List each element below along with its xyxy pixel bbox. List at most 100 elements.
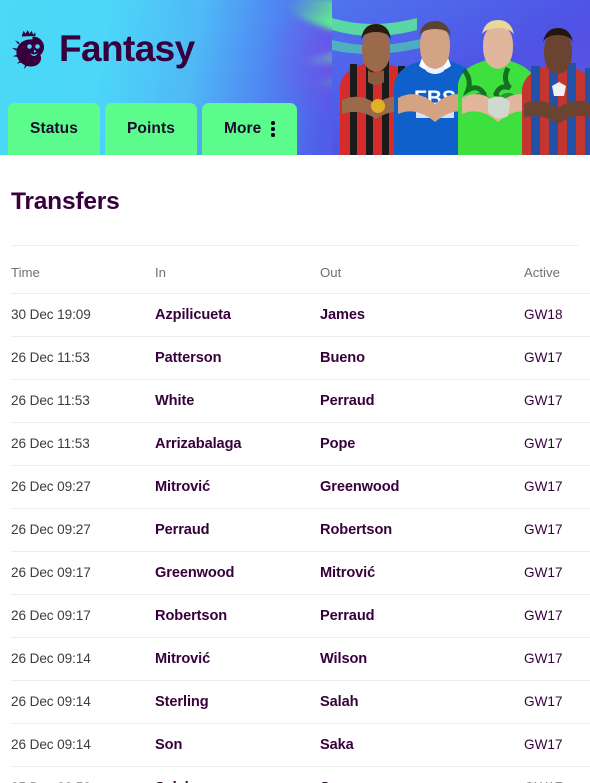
transfer-time-cell: 26 Dec 11:53: [11, 422, 155, 466]
transfer-player-out: Perraud: [320, 393, 375, 409]
transfer-active-gw: GW17: [524, 737, 563, 752]
transfer-player-out: Wilson: [320, 651, 368, 667]
transfer-player-in-cell: Arrizabalaga: [155, 422, 320, 466]
transfer-player-in-cell: Patterson: [155, 336, 320, 380]
transfer-time-cell: 26 Dec 11:53: [11, 336, 155, 380]
transfer-time-cell: 26 Dec 09:27: [11, 465, 155, 509]
transfer-active-gw-cell: GW18: [524, 293, 590, 337]
green-wave-streak: [332, 61, 448, 117]
transfer-player-out-cell: Perraud: [320, 379, 524, 423]
transfer-player-out-cell: Robertson: [320, 508, 524, 552]
green-wave-streak: [292, 5, 437, 55]
svg-text:FBS: FBS: [414, 87, 456, 110]
transfers-table: Time In Out Active 30 Dec 19:09 Azpilicue…: [11, 246, 590, 783]
transfer-time-cell: 26 Dec 09:17: [11, 594, 155, 638]
transfer-active-gw: GW17: [524, 608, 563, 623]
tab-more[interactable]: More: [201, 103, 297, 155]
transfer-active-gw: GW17: [524, 393, 563, 408]
transfer-player-out-cell: Perraud: [320, 594, 524, 638]
transfer-active-gw: GW17: [524, 565, 563, 580]
brand-logo[interactable]: Fantasy: [10, 26, 195, 70]
table-row: 26 Dec 09:14 Son Saka GW17: [11, 723, 590, 767]
table-row: 26 Dec 11:53 White Perraud GW17: [11, 379, 590, 423]
transfer-time: 26 Dec 09:14: [11, 651, 91, 666]
transfer-active-gw: GW17: [524, 436, 563, 451]
premier-league-lion-icon: [12, 30, 44, 69]
transfer-time-cell: 30 Dec 19:09: [11, 293, 155, 337]
transfer-active-gw: GW18: [524, 307, 563, 322]
transfer-player-in-cell: Son: [155, 723, 320, 767]
transfer-player-in-cell: Salah: [155, 766, 320, 783]
transfer-player-out: Saka: [320, 737, 354, 753]
transfer-player-in: Mitrović: [155, 651, 211, 667]
transfer-active-gw: GW17: [524, 694, 563, 709]
transfer-time-cell: 26 Dec 09:14: [11, 723, 155, 767]
transfer-time-cell: 26 Dec 09:27: [11, 508, 155, 552]
hero-players-image: FBS ake: [332, 0, 590, 155]
transfer-player-out-cell: Wilson: [320, 637, 524, 681]
transfer-player-in-cell: Mitrović: [155, 465, 320, 509]
transfer-active-gw-cell: GW17: [524, 637, 590, 681]
table-row: 26 Dec 09:27 Mitrović Greenwood GW17: [11, 465, 590, 509]
green-wave-streak: [299, 32, 451, 70]
transfer-player-out-cell: Salah: [320, 680, 524, 724]
transfer-time: 26 Dec 11:53: [11, 436, 90, 451]
transfer-player-out: Mitrović: [320, 565, 376, 581]
table-row: 26 Dec 09:14 Mitrović Wilson GW17: [11, 637, 590, 681]
transfer-player-out-cell: Bueno: [320, 336, 524, 380]
transfer-player-out: Robertson: [320, 522, 393, 538]
transfer-player-in: Azpilicueta: [155, 307, 231, 323]
tab-status[interactable]: Status: [8, 103, 100, 155]
transfer-time: 26 Dec 09:17: [11, 608, 91, 623]
transfer-player-in-cell: Greenwood: [155, 551, 320, 595]
table-row: 26 Dec 09:14 Sterling Salah GW17: [11, 680, 590, 724]
transfer-time-cell: 26 Dec 09:17: [11, 551, 155, 595]
column-header-active: Active: [524, 246, 590, 294]
transfer-time: 26 Dec 09:27: [11, 522, 91, 537]
svg-text:ake: ake: [485, 95, 512, 112]
transfer-player-in: Perraud: [155, 522, 210, 538]
table-header-row: Time In Out Active: [11, 246, 590, 294]
transfer-player-in-cell: Perraud: [155, 508, 320, 552]
tab-points[interactable]: Points: [104, 103, 197, 155]
transfer-time: 30 Dec 19:09: [11, 307, 91, 322]
table-row: 26 Dec 11:53 Arrizabalaga Pope GW17: [11, 422, 590, 466]
transfer-active-gw-cell: GW17: [524, 680, 590, 724]
transfer-player-out-cell: Greenwood: [320, 465, 524, 509]
main-content: Transfers Time In Out Active 30 Dec 19:0…: [0, 155, 590, 783]
transfer-active-gw-cell: GW17: [524, 336, 590, 380]
transfer-player-in-cell: White: [155, 379, 320, 423]
transfer-player-out: Greenwood: [320, 479, 400, 495]
page-title: Transfers: [11, 188, 120, 215]
transfer-player-in-cell: Robertson: [155, 594, 320, 638]
transfer-active-gw: GW17: [524, 651, 563, 666]
transfer-player-out-cell: Saka: [320, 723, 524, 767]
transfer-player-out-cell: Mitrović: [320, 551, 524, 595]
transfer-time-cell: 26 Dec 09:14: [11, 637, 155, 681]
transfer-active-gw-cell: GW17: [524, 508, 590, 552]
table-row: 26 Dec 09:27 Perraud Robertson GW17: [11, 508, 590, 552]
transfer-player-out: Perraud: [320, 608, 375, 624]
transfer-player-out-cell: Son: [320, 766, 524, 783]
transfer-time: 26 Dec 11:53: [11, 393, 90, 408]
transfer-player-out: Bueno: [320, 350, 365, 366]
transfer-player-out: Salah: [320, 694, 359, 710]
transfer-active-gw-cell: GW17: [524, 594, 590, 638]
transfer-time-cell: 26 Dec 09:14: [11, 680, 155, 724]
site-header: FBS ake Fantasy Status Points More: [0, 0, 590, 155]
column-header-in: In: [155, 246, 320, 294]
transfer-player-in-cell: Azpilicueta: [155, 293, 320, 337]
transfer-player-in-cell: Sterling: [155, 680, 320, 724]
brand-name: Fantasy: [59, 27, 195, 69]
kebab-menu-icon: [271, 121, 275, 137]
transfer-active-gw-cell: GW17: [524, 465, 590, 509]
transfer-player-out-cell: Pope: [320, 422, 524, 466]
transfer-active-gw: GW17: [524, 479, 563, 494]
table-row: 30 Dec 19:09 Azpilicueta James GW18: [11, 293, 590, 337]
transfer-player-in: Arrizabalaga: [155, 436, 242, 452]
transfer-active-gw-cell: GW17: [524, 422, 590, 466]
table-row: 26 Dec 11:53 Patterson Bueno GW17: [11, 336, 590, 380]
transfers-table-body: 30 Dec 19:09 Azpilicueta James GW18 26 Dec 1…: [11, 293, 590, 783]
transfer-time: 26 Dec 09:17: [11, 565, 91, 580]
transfer-player-in: Mitrović: [155, 479, 211, 495]
